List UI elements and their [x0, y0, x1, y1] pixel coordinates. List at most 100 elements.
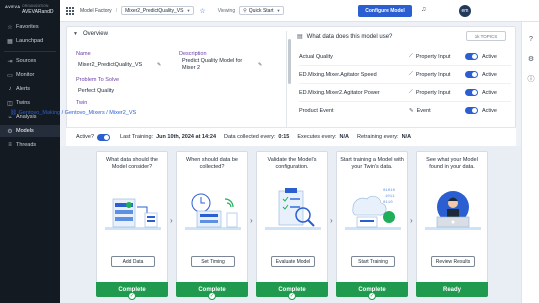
model-status-bar: Active? Last Training: Jun 10th, 2024 at…: [66, 127, 516, 146]
data-row-name: ED.Mixing.Mixer2.Agitator Power: [299, 89, 380, 96]
data-row-type-text: Property Input: [415, 89, 451, 96]
edit-description-pencil-icon[interactable]: ✎: [258, 62, 262, 68]
arrow-right-icon: ›: [410, 216, 413, 225]
data-row-state: Active: [482, 89, 497, 96]
description-value: Predict Quality Model for Mixer 2: [182, 58, 243, 71]
topics-button[interactable]: 1k TOPICS: [466, 31, 506, 41]
overview-scrollbar[interactable]: [286, 31, 291, 139]
scrollbar-thumb[interactable]: [288, 39, 291, 84]
active-label: Active?: [76, 134, 95, 140]
sidebar: AVEVA ORGANIZATION AVEVARandD ☆ Favorites…: [0, 0, 60, 303]
step-title: What data should the Model consider?: [106, 157, 158, 170]
sidebar-item-label: Models: [16, 128, 34, 134]
sidebar-item-label: Alerts: [16, 86, 31, 92]
trend-icon: ⟋: [409, 89, 413, 95]
description-label: Description: [179, 51, 207, 57]
sidebar-item-favorites[interactable]: ☆ Favorites: [0, 21, 60, 33]
validation-illustration: [265, 188, 321, 230]
overview-header[interactable]: ▼ Overview: [73, 31, 108, 37]
step-title: Validate the Model's configuration.: [267, 157, 317, 170]
sidebar-item-threads[interactable]: ≡ Threads: [0, 139, 60, 151]
sidebar-item-label: Threads: [16, 142, 37, 148]
arrow-right-icon: ›: [170, 216, 173, 225]
avatar[interactable]: em: [459, 5, 471, 17]
review-results-button[interactable]: Review Results: [431, 256, 475, 267]
start-training-button[interactable]: Start Training: [351, 256, 395, 267]
data-row-type: ✎ Event: [409, 108, 431, 114]
step-card-add-data: What data should the Model consider? Add…: [96, 151, 168, 300]
evaluate-model-button[interactable]: Evaluate Model: [271, 256, 315, 267]
data-server-illustration: [105, 198, 161, 230]
svg-text:01010: 01010: [383, 189, 396, 193]
executes-label: Executes every:: [297, 134, 337, 140]
bell-icon: ♪: [8, 86, 12, 92]
active-toggle[interactable]: [465, 71, 478, 78]
data-row[interactable]: ED.Mixing.Mixer2.Agitator Power ⟋ Propert…: [299, 84, 511, 102]
overview-title: Overview: [82, 31, 108, 37]
brand: AVEVA ORGANIZATION AVEVARandD: [0, 0, 60, 18]
step-title: When should data be collected?: [186, 157, 238, 170]
sidebar-item-label: Twins: [16, 100, 31, 106]
step-card-review-results: See what your Model found in your data. …: [416, 151, 488, 297]
set-timing-button[interactable]: Set Timing: [191, 256, 235, 267]
active-toggle[interactable]: [465, 107, 478, 114]
org-name[interactable]: AVEVARandD: [22, 9, 54, 15]
breadcrumb-root[interactable]: Model Factory: [80, 8, 112, 14]
active-toggle[interactable]: [465, 53, 478, 60]
data-row[interactable]: Product Event ✎ Event Active: [299, 102, 511, 120]
data-row-type-text: Property Input: [415, 71, 451, 78]
viewing-select[interactable]: ⚲ Quick Start ▼: [239, 6, 285, 15]
twins-icon: ◫: [7, 100, 13, 107]
info-icon[interactable]: ⓘ: [526, 75, 536, 85]
step-card-start-training: Start training a Model with your Twin's …: [336, 151, 408, 300]
data-row-name: Product Event: [299, 108, 334, 114]
sidebar-divider: [4, 51, 56, 52]
data-row[interactable]: Actual Quality ⟋ Property Input Active: [299, 48, 511, 66]
executes-value: N/A: [339, 134, 349, 140]
twin-label: Twin: [76, 100, 88, 106]
breadcrumb-separator: /: [115, 7, 118, 14]
model-select[interactable]: Mixer2_PredictQuality_VS ▼: [121, 6, 195, 15]
edit-name-pencil-icon[interactable]: ✎: [157, 62, 161, 68]
add-data-button[interactable]: Add Data: [111, 256, 155, 267]
notifications-bell-icon[interactable]: ♫: [421, 6, 426, 13]
trend-icon: ⟋: [409, 71, 413, 77]
monitor-icon: ▭: [7, 72, 13, 79]
arrow-right-icon: ›: [250, 216, 253, 225]
timing-illustration: [185, 193, 241, 230]
twin-link[interactable]: ⛓ Gentovo_Making / Gentovo_Mixers / Mixe…: [10, 110, 136, 116]
last-training-value: Jun 10th, 2024 at 14:24: [156, 134, 216, 140]
collected-value: 0:15: [278, 134, 290, 140]
data-row[interactable]: ED.Mixing.Mixer.Agitator Speed ⟋ Property…: [299, 66, 511, 84]
sidebar-item-models[interactable]: ⚙ Models: [0, 125, 60, 137]
results-illustration: [425, 191, 481, 230]
right-rail: ? ⚙ ⓘ: [521, 22, 539, 303]
sidebar-item-twins[interactable]: ◫ Twins: [0, 97, 60, 109]
model-active-toggle[interactable]: [97, 133, 111, 141]
sidebar-item-label: Launchpad: [16, 38, 44, 44]
viewing-select-value: Quick Start: [248, 7, 274, 14]
sidebar-item-launchpad[interactable]: ▦ Launchpad: [0, 35, 60, 47]
link-icon: ⛓: [10, 110, 19, 116]
help-icon[interactable]: ?: [526, 35, 536, 45]
retraining-label: Retraining every:: [357, 134, 399, 140]
checkmark-icon: ✓: [368, 292, 376, 300]
data-row-type: ⟋ Property Input: [409, 53, 450, 60]
data-row-type: ⟋ Property Input: [409, 89, 450, 96]
sidebar-item-sources[interactable]: ⇥ Sources: [0, 55, 60, 67]
step-status-footer: Ready: [416, 282, 488, 297]
app-grid-icon[interactable]: [66, 6, 74, 15]
checkmark-icon: ✓: [208, 292, 216, 300]
configure-model-button[interactable]: Configure Model: [358, 5, 412, 17]
sources-icon: ⇥: [7, 58, 13, 65]
document-icon: ▤: [297, 34, 303, 40]
sidebar-item-alerts[interactable]: ♪ Alerts: [0, 83, 60, 95]
favorite-star-icon[interactable]: ☆: [199, 7, 205, 15]
last-training-label: Last Training:: [120, 134, 154, 140]
active-toggle[interactable]: [465, 89, 478, 96]
settings-gear-icon[interactable]: ⚙: [526, 55, 536, 65]
sidebar-item-monitor[interactable]: ▭ Monitor: [0, 69, 60, 81]
org-label: ORGANIZATION: [22, 4, 49, 8]
problem-value: Perfect Quality: [78, 88, 115, 94]
data-row-state: Active: [482, 71, 497, 78]
